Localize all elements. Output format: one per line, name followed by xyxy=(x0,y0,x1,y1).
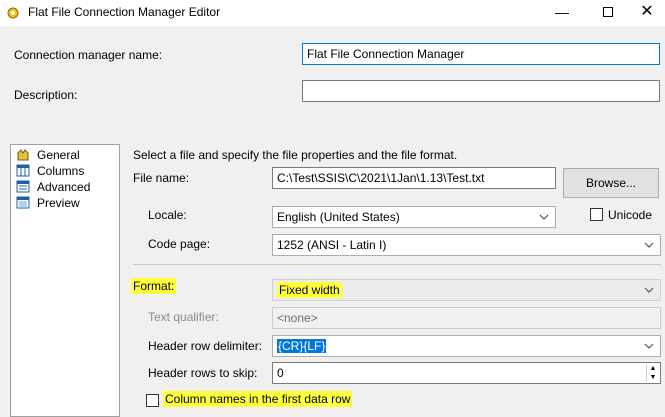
chevron-down-icon xyxy=(644,343,654,349)
connection-name-value: Flat File Connection Manager xyxy=(307,47,465,61)
column-names-label: Column names in the first data row xyxy=(163,391,353,407)
code-page-value: 1252 (ANSI - Latin I) xyxy=(277,238,387,252)
header-rows-skip-value: 0 xyxy=(277,366,284,380)
minimize-icon: — xyxy=(555,4,569,20)
file-name-label: File name: xyxy=(133,171,190,185)
unicode-checkbox[interactable] xyxy=(590,208,603,221)
nav-item-advanced-label: Advanced xyxy=(37,180,91,194)
title-bar: Flat File Connection Manager Editor — ✕ xyxy=(0,0,665,26)
advanced-icon xyxy=(16,180,30,193)
locale-value: English (United States) xyxy=(277,210,400,224)
nav-panel: General Columns Advanced Preview xyxy=(10,144,120,417)
locale-label: Locale: xyxy=(148,208,187,222)
header-delimiter-label: Header row delimiter: xyxy=(148,339,263,353)
header-delimiter-select[interactable]: {CR}{LF} xyxy=(272,335,661,357)
format-label: Format: xyxy=(131,278,177,294)
general-icon xyxy=(17,149,29,161)
spinner[interactable]: ▲ ▼ xyxy=(646,364,659,382)
header-delimiter-value: {CR}{LF} xyxy=(277,339,327,353)
spin-down-icon[interactable]: ▼ xyxy=(647,373,659,382)
text-qualifier-input: <none> xyxy=(272,307,661,329)
unicode-label: Unicode xyxy=(608,208,653,222)
description-input[interactable] xyxy=(302,80,660,102)
connection-name-input[interactable]: Flat File Connection Manager xyxy=(302,43,660,65)
header-rows-skip-label: Header rows to skip: xyxy=(148,366,258,380)
header-rows-skip-input[interactable]: 0 ▲ ▼ xyxy=(272,362,661,384)
code-page-label: Code page: xyxy=(148,237,211,251)
columns-icon xyxy=(16,164,30,177)
format-value: Fixed width xyxy=(277,282,342,298)
text-qualifier-label: Text qualifier: xyxy=(148,310,219,324)
locale-select[interactable]: English (United States) xyxy=(272,206,556,228)
browse-button[interactable]: Browse... xyxy=(563,168,659,198)
code-page-select[interactable]: 1252 (ANSI - Latin I) xyxy=(272,234,661,256)
chevron-down-icon xyxy=(539,214,549,220)
file-name-input[interactable]: C:\Test\SSIS\C\2021\1Jan\1.13\Test.txt xyxy=(272,167,556,189)
text-qualifier-value: <none> xyxy=(277,311,318,325)
close-button[interactable]: ✕ xyxy=(630,0,664,26)
section-divider xyxy=(133,264,661,265)
spin-up-icon[interactable]: ▲ xyxy=(647,364,659,373)
close-icon: ✕ xyxy=(640,3,654,20)
intro-text: Select a file and specify the file prope… xyxy=(133,148,458,162)
browse-button-label: Browse... xyxy=(585,176,636,190)
maximize-button[interactable] xyxy=(590,0,624,26)
nav-item-columns-label: Columns xyxy=(37,164,85,178)
minimize-button[interactable]: — xyxy=(545,0,579,26)
file-name-value: C:\Test\SSIS\C\2021\1Jan\1.13\Test.txt xyxy=(277,171,485,185)
connection-name-label: Connection manager name: xyxy=(14,48,163,62)
chevron-down-icon xyxy=(644,287,654,293)
format-select[interactable]: Fixed width xyxy=(272,279,661,301)
nav-item-preview-label: Preview xyxy=(37,196,80,210)
column-names-checkbox[interactable] xyxy=(146,394,159,407)
preview-icon xyxy=(16,196,30,209)
nav-item-general-label: General xyxy=(37,148,80,162)
maximize-icon xyxy=(603,7,613,17)
ssis-app-icon xyxy=(7,7,19,19)
chevron-down-icon xyxy=(644,242,654,248)
window-title: Flat File Connection Manager Editor xyxy=(28,5,221,19)
description-label: Description: xyxy=(14,88,78,102)
